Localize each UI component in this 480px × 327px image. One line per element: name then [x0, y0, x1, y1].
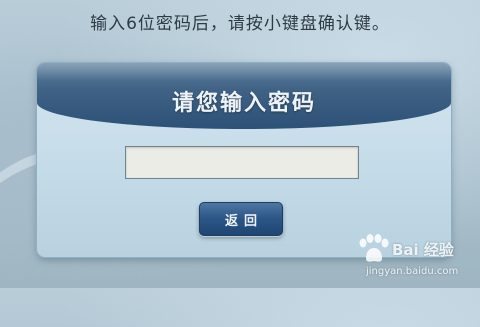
- watermark-brand: Bai 经验: [392, 241, 454, 259]
- instruction-text: 输入6位密码后，请按小键盘确认键。: [90, 14, 390, 34]
- paw-logo-icon: [359, 234, 389, 262]
- watermark-url: jingyan.baidu.com: [366, 266, 459, 277]
- back-button-label: 返回: [224, 213, 263, 229]
- baidu-jingyan-watermark: Bai 经验 jingyan.baidu.com: [352, 234, 472, 284]
- dialog-header: 请您输入密码: [37, 63, 451, 129]
- back-button[interactable]: 返回: [199, 202, 283, 236]
- dialog-title: 请您输入密码: [171, 91, 316, 116]
- password-dialog: 请您输入密码 返回: [37, 63, 451, 257]
- password-input[interactable]: [125, 146, 359, 179]
